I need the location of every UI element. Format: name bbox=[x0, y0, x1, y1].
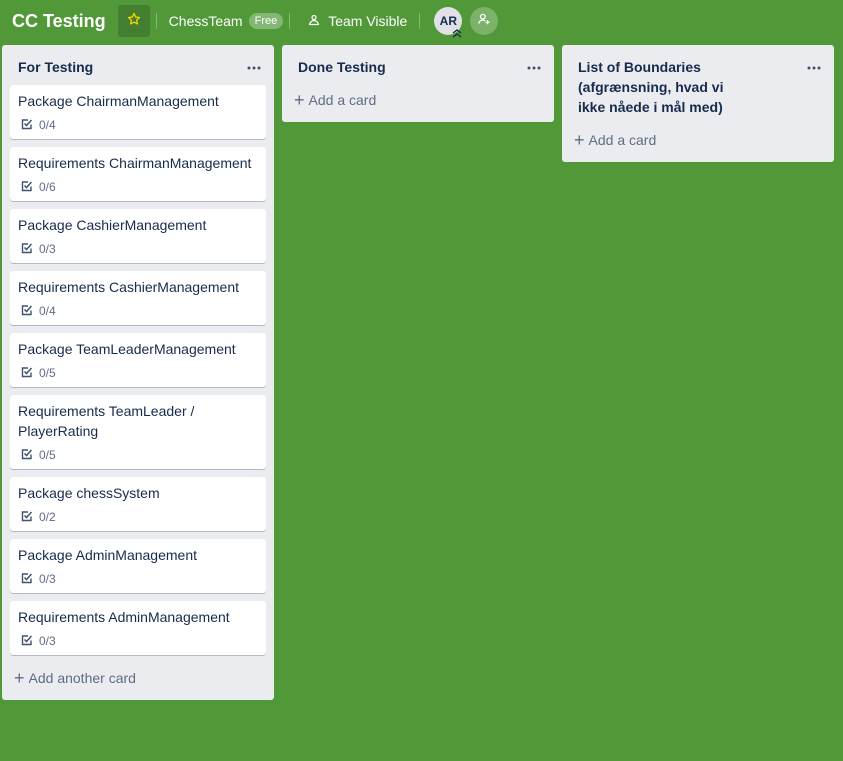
checklist-badge: 0/2 bbox=[18, 509, 258, 525]
checklist-icon bbox=[21, 510, 39, 525]
card[interactable]: Package TeamLeaderManagement 0/5 bbox=[10, 333, 266, 387]
card[interactable]: Requirements ChairmanManagement 0/6 bbox=[10, 147, 266, 201]
member-avatar[interactable]: AR bbox=[434, 7, 463, 38]
checklist-badge: 0/3 bbox=[18, 571, 258, 587]
board-title[interactable]: CC Testing bbox=[12, 11, 106, 32]
checklist-count: 0/6 bbox=[39, 180, 56, 194]
checklist-icon bbox=[21, 366, 39, 381]
card-title: Requirements CashierManagement bbox=[18, 279, 239, 295]
card[interactable]: Package CashierManagement 0/3 bbox=[10, 209, 266, 263]
checklist-badge: 0/3 bbox=[18, 633, 258, 649]
checklist-count: 0/5 bbox=[39, 366, 56, 380]
list-header[interactable]: Done Testing bbox=[282, 45, 554, 85]
checklist-count: 0/2 bbox=[39, 510, 56, 524]
checklist-badge: 0/4 bbox=[18, 303, 258, 319]
list-boundaries: List of Boundaries (afgrænsning, hvad vi… bbox=[562, 45, 834, 162]
team-button[interactable]: ChessTeam Free bbox=[169, 13, 284, 29]
card-title: Requirements TeamLeader / PlayerRating bbox=[18, 403, 195, 439]
card-list: Package ChairmanManagement 0/4 Requireme… bbox=[2, 85, 274, 655]
plus-icon: + bbox=[574, 130, 585, 150]
card[interactable]: Package AdminManagement 0/3 bbox=[10, 539, 266, 593]
list-header[interactable]: For Testing bbox=[2, 45, 274, 85]
star-button[interactable] bbox=[117, 5, 150, 37]
header-divider bbox=[155, 13, 157, 29]
card[interactable]: Package ChairmanManagement 0/4 bbox=[10, 85, 266, 139]
add-card-button[interactable]: + Add a card bbox=[566, 125, 830, 156]
plus-icon: + bbox=[14, 668, 25, 688]
plus-icon: + bbox=[294, 90, 305, 110]
team-name: ChessTeam bbox=[168, 13, 243, 29]
checklist-icon bbox=[21, 118, 39, 133]
checklist-badge: 0/6 bbox=[18, 179, 258, 195]
list-header[interactable]: List of Boundaries (afgrænsning, hvad vi… bbox=[562, 45, 834, 125]
header-divider bbox=[419, 13, 421, 29]
checklist-badge: 0/3 bbox=[18, 241, 258, 257]
header-divider bbox=[289, 13, 291, 29]
add-card-label: Add a card bbox=[308, 92, 377, 108]
checklist-icon bbox=[21, 448, 39, 463]
checklist-badge: 0/4 bbox=[18, 117, 258, 133]
add-card-label: Add another card bbox=[28, 670, 136, 686]
card[interactable]: Requirements CashierManagement 0/4 bbox=[10, 271, 266, 325]
checklist-count: 0/4 bbox=[39, 118, 56, 132]
list-title: Done Testing bbox=[298, 59, 386, 75]
checklist-icon bbox=[21, 634, 39, 649]
card[interactable]: Package chessSystem 0/2 bbox=[10, 477, 266, 531]
card[interactable]: Requirements AdminManagement 0/3 bbox=[10, 601, 266, 655]
team-visibility-icon bbox=[308, 13, 328, 29]
checklist-badge: 0/5 bbox=[18, 447, 258, 463]
checklist-count: 0/3 bbox=[39, 634, 56, 648]
visibility-label: Team Visible bbox=[328, 13, 408, 29]
checklist-count: 0/4 bbox=[39, 304, 56, 318]
star-icon bbox=[127, 12, 141, 31]
more-options-icon bbox=[527, 55, 541, 75]
list-for-testing: For Testing Package ChairmanManagement 0… bbox=[2, 45, 274, 700]
more-options-icon bbox=[807, 55, 821, 75]
add-another-card-button[interactable]: + Add another card bbox=[6, 663, 270, 694]
add-card-button[interactable]: + Add a card bbox=[286, 85, 550, 116]
list-menu-button[interactable] bbox=[804, 55, 824, 75]
list-done-testing: Done Testing + Add a card bbox=[282, 45, 554, 122]
invite-button[interactable] bbox=[470, 7, 499, 35]
checklist-icon bbox=[21, 180, 39, 195]
checklist-count: 0/3 bbox=[39, 242, 56, 256]
checklist-icon bbox=[21, 572, 39, 587]
card-title: Package chessSystem bbox=[18, 485, 160, 501]
checklist-badge: 0/5 bbox=[18, 365, 258, 381]
checklist-count: 0/5 bbox=[39, 448, 56, 462]
checklist-icon bbox=[21, 304, 39, 319]
avatar-initials: AR bbox=[439, 14, 458, 28]
more-options-icon bbox=[247, 55, 261, 75]
board-header: CC Testing ChessTeam Free Team Visible A… bbox=[0, 0, 843, 42]
list-menu-button[interactable] bbox=[524, 55, 544, 75]
checklist-icon bbox=[21, 242, 39, 257]
card-title: Package AdminManagement bbox=[18, 547, 197, 563]
card-title: Package TeamLeaderManagement bbox=[18, 341, 236, 357]
add-card-label: Add a card bbox=[588, 132, 657, 148]
card-title: Package ChairmanManagement bbox=[18, 93, 219, 109]
checklist-count: 0/3 bbox=[39, 572, 56, 586]
add-member-icon bbox=[477, 12, 491, 31]
card-title: Requirements ChairmanManagement bbox=[18, 155, 252, 171]
card[interactable]: Requirements TeamLeader / PlayerRating 0… bbox=[10, 395, 266, 469]
card-title: Requirements AdminManagement bbox=[18, 609, 230, 625]
card-title: Package CashierManagement bbox=[18, 217, 207, 233]
admin-chevron-icon bbox=[451, 28, 463, 38]
list-title: List of Boundaries (afgrænsning, hvad vi… bbox=[578, 59, 724, 115]
list-menu-button[interactable] bbox=[244, 55, 264, 75]
plan-badge: Free bbox=[248, 13, 284, 29]
list-title: For Testing bbox=[18, 59, 94, 75]
visibility-button[interactable]: Team Visible bbox=[302, 13, 413, 29]
